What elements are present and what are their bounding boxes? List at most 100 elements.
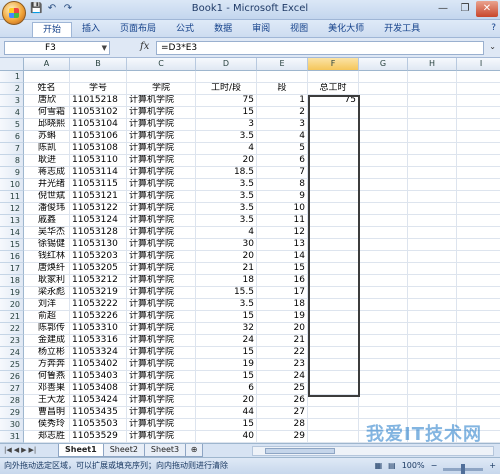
cell[interactable]: 3.5: [196, 131, 257, 143]
cell[interactable]: [359, 263, 408, 275]
cell[interactable]: 计算机学院: [127, 359, 196, 371]
horizontal-scrollbar[interactable]: [252, 446, 494, 456]
name-box[interactable]: F3 ▼: [4, 41, 110, 55]
cell[interactable]: 20: [196, 395, 257, 407]
column-header[interactable]: B: [70, 58, 127, 71]
cell[interactable]: [308, 203, 359, 215]
cell[interactable]: 郑志胜: [24, 431, 70, 443]
cell[interactable]: 11: [257, 215, 308, 227]
cell[interactable]: 计算机学院: [127, 191, 196, 203]
cell[interactable]: 计算机学院: [127, 167, 196, 179]
cell[interactable]: 4: [257, 131, 308, 143]
cell[interactable]: [308, 131, 359, 143]
cell[interactable]: [24, 71, 70, 83]
cell[interactable]: 计算机学院: [127, 239, 196, 251]
first-sheet-icon[interactable]: |◀: [4, 446, 12, 454]
row-header[interactable]: 20: [0, 299, 24, 311]
cell[interactable]: 11053114: [70, 167, 127, 179]
cell[interactable]: 计算机学院: [127, 155, 196, 167]
cell[interactable]: [359, 167, 408, 179]
cell[interactable]: 耿进: [24, 155, 70, 167]
cell[interactable]: [359, 311, 408, 323]
cell[interactable]: [359, 239, 408, 251]
cell[interactable]: 15: [196, 347, 257, 359]
cell[interactable]: 学院: [127, 83, 196, 95]
row-header[interactable]: 1: [0, 71, 24, 83]
cell[interactable]: [308, 227, 359, 239]
cell[interactable]: 计算机学院: [127, 299, 196, 311]
cell[interactable]: [308, 179, 359, 191]
cell[interactable]: 11053122: [70, 203, 127, 215]
cell[interactable]: 段: [257, 83, 308, 95]
cell[interactable]: [308, 407, 359, 419]
cell[interactable]: [359, 71, 408, 83]
cell[interactable]: [359, 371, 408, 383]
row-header[interactable]: 25: [0, 359, 24, 371]
row-header[interactable]: 28: [0, 395, 24, 407]
cell[interactable]: [408, 251, 457, 263]
cell[interactable]: [308, 371, 359, 383]
cell[interactable]: 19: [257, 311, 308, 323]
cell[interactable]: [408, 383, 457, 395]
cell[interactable]: [408, 359, 457, 371]
column-header[interactable]: F: [308, 58, 359, 71]
cell[interactable]: [408, 155, 457, 167]
cell[interactable]: 11053108: [70, 143, 127, 155]
row-header[interactable]: 30: [0, 419, 24, 431]
cell[interactable]: 方奔奔: [24, 359, 70, 371]
cell[interactable]: [457, 275, 500, 287]
cell[interactable]: 20: [196, 155, 257, 167]
cell[interactable]: [408, 167, 457, 179]
cell[interactable]: 计算机学院: [127, 287, 196, 299]
cell[interactable]: [308, 155, 359, 167]
cell[interactable]: 2: [257, 107, 308, 119]
cell[interactable]: [359, 143, 408, 155]
cell[interactable]: 11053115: [70, 179, 127, 191]
cell[interactable]: [457, 347, 500, 359]
row-header[interactable]: 27: [0, 383, 24, 395]
cell[interactable]: 17: [257, 287, 308, 299]
cell[interactable]: [308, 275, 359, 287]
cell[interactable]: 耿家利: [24, 275, 70, 287]
cell[interactable]: [359, 251, 408, 263]
row-header[interactable]: 18: [0, 275, 24, 287]
cell[interactable]: 18.5: [196, 167, 257, 179]
cell[interactable]: [308, 311, 359, 323]
cell[interactable]: 何雪霜: [24, 107, 70, 119]
cell[interactable]: [308, 347, 359, 359]
cell[interactable]: [457, 395, 500, 407]
cell[interactable]: 金建成: [24, 335, 70, 347]
cell[interactable]: [408, 179, 457, 191]
cell[interactable]: 7: [257, 167, 308, 179]
cell[interactable]: 16: [257, 275, 308, 287]
cell[interactable]: 计算机学院: [127, 371, 196, 383]
cell[interactable]: [308, 419, 359, 431]
cell[interactable]: [457, 95, 500, 107]
cell[interactable]: 13: [257, 239, 308, 251]
row-header[interactable]: 10: [0, 179, 24, 191]
cell[interactable]: 6: [196, 383, 257, 395]
cell[interactable]: 11053130: [70, 239, 127, 251]
cell[interactable]: 计算机学院: [127, 335, 196, 347]
cell[interactable]: [457, 107, 500, 119]
cell[interactable]: [308, 71, 359, 83]
cell[interactable]: 40: [196, 431, 257, 443]
row-header[interactable]: 3: [0, 95, 24, 107]
row-header[interactable]: 16: [0, 251, 24, 263]
chevron-down-icon[interactable]: ▼: [102, 42, 107, 54]
cell[interactable]: 井光绪: [24, 179, 70, 191]
cell[interactable]: 吴华杰: [24, 227, 70, 239]
cell[interactable]: 唐焕纤: [24, 263, 70, 275]
cell[interactable]: [359, 119, 408, 131]
cell[interactable]: [308, 251, 359, 263]
cell[interactable]: [457, 119, 500, 131]
zoom-slider[interactable]: [443, 464, 484, 474]
cell[interactable]: [308, 143, 359, 155]
cell[interactable]: 11015218: [70, 95, 127, 107]
cell[interactable]: [359, 95, 408, 107]
cell[interactable]: 24: [257, 371, 308, 383]
insert-sheet-icon[interactable]: ⊕: [185, 444, 204, 457]
cell[interactable]: 11053121: [70, 191, 127, 203]
cell[interactable]: 10: [257, 203, 308, 215]
row-header[interactable]: 2: [0, 83, 24, 95]
